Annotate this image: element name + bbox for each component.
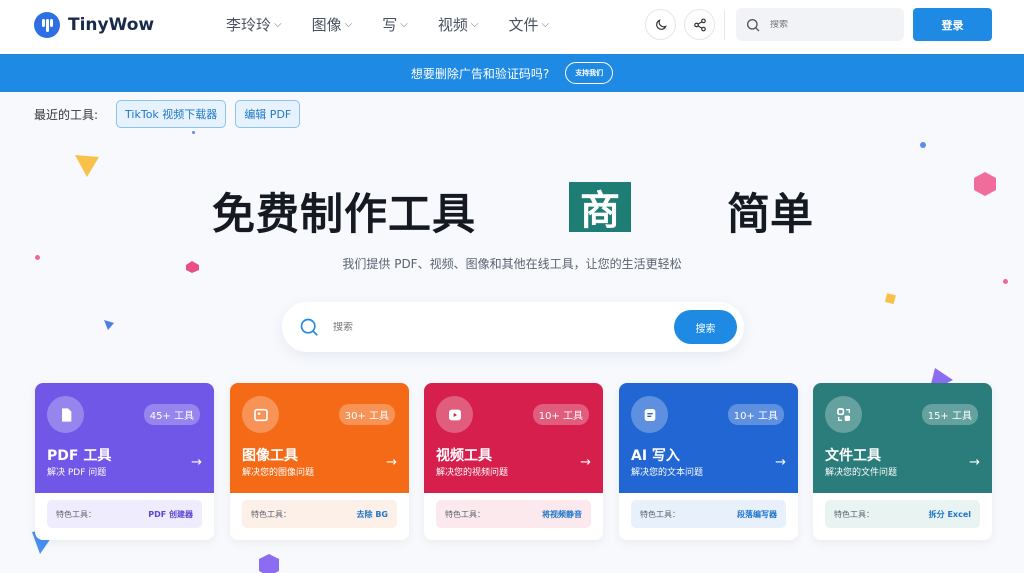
file-convert-icon — [825, 396, 862, 433]
document-icon — [631, 396, 668, 433]
video-icon — [436, 396, 473, 433]
card-header: 45+ 工具 PDF 工具 解决 PDF 问题 → — [35, 383, 214, 493]
card-header: 15+ 工具 文件工具 解决您的文件问题 → — [813, 383, 992, 493]
dot-decoration — [920, 142, 926, 148]
featured-tool[interactable]: 特色工具： 将视频静音 — [436, 500, 591, 528]
pdf-tools-card[interactable]: 45+ 工具 PDF 工具 解决 PDF 问题 → 特色工具： PDF 创建器 — [35, 383, 214, 540]
support-us-button[interactable]: 支持我们 — [565, 62, 614, 84]
recent-tool-chip[interactable]: TikTok 视频下载器 — [116, 100, 227, 128]
featured-tool[interactable]: 特色工具： 段落编写器 — [631, 500, 786, 528]
header-search-input[interactable] — [770, 19, 890, 30]
nav-item-video[interactable]: 视频 ⌵ — [438, 14, 479, 35]
featured-tool[interactable]: 特色工具： 去除 BG — [242, 500, 397, 528]
banner-text: 想要删除广告和验证码吗? — [410, 66, 550, 81]
main-search-input[interactable] — [333, 321, 653, 333]
nav-item-write[interactable]: 写 ⌵ — [382, 14, 408, 35]
recent-tools-label: 最近的工具: — [34, 107, 99, 122]
logo-icon — [34, 12, 60, 38]
card-header: 10+ 工具 视频工具 解决您的视频问题 → — [424, 383, 603, 493]
main-search-button[interactable]: 搜索 — [674, 310, 737, 344]
featured-tool-label: 特色工具： — [834, 509, 874, 519]
main-search[interactable]: 搜索 — [282, 302, 744, 352]
recent-tools: 最近的工具: TikTok 视频下载器 编辑 PDF — [34, 100, 309, 128]
featured-tool-link[interactable]: 段落编写器 — [737, 509, 777, 520]
tool-count-badge: 45+ 工具 — [143, 404, 200, 425]
image-tools-card[interactable]: 30+ 工具 图像工具 解决您的图像问题 → 特色工具： 去除 BG — [230, 383, 409, 540]
header-divider — [724, 10, 725, 40]
file-tools-card[interactable]: 15+ 工具 文件工具 解决您的文件问题 → 特色工具： 拆分 Excel — [813, 383, 992, 540]
purple-cube-decoration — [259, 554, 279, 573]
arrow-right-icon: → — [386, 455, 397, 470]
search-icon — [747, 18, 760, 31]
pdf-icon — [47, 396, 84, 433]
tool-count-badge: 30+ 工具 — [338, 404, 395, 425]
featured-tool-label: 特色工具： — [640, 509, 680, 519]
card-title: 图像工具 — [242, 448, 298, 464]
card-description: 解决您的文件问题 — [825, 468, 898, 478]
card-title: 视频工具 — [436, 448, 492, 464]
login-button[interactable]: 登录 — [913, 8, 992, 41]
share-icon — [693, 18, 706, 31]
featured-tool-link[interactable]: 去除 BG — [357, 509, 388, 520]
chevron-down-icon: ⌵ — [470, 19, 479, 30]
card-title: PDF 工具 — [47, 448, 112, 464]
image-icon — [242, 396, 279, 433]
video-tools-card[interactable]: 10+ 工具 视频工具 解决您的视频问题 → 特色工具： 将视频静音 — [424, 383, 603, 540]
chevron-down-icon: ⌵ — [541, 19, 550, 30]
dot-decoration — [1003, 279, 1008, 284]
card-description: 解决您的文本问题 — [631, 468, 704, 478]
card-header: 10+ 工具 AI 写入 解决您的文本问题 → — [619, 383, 798, 493]
chevron-down-icon: ⌵ — [400, 19, 408, 30]
triangle-decoration — [75, 155, 99, 177]
small-triangle-decoration — [104, 320, 114, 330]
arrow-right-icon: → — [775, 455, 786, 470]
tool-count-badge: 10+ 工具 — [727, 404, 784, 425]
featured-tool-link[interactable]: PDF 创建器 — [148, 509, 193, 520]
chevron-down-icon: ⌵ — [344, 19, 353, 30]
card-description: 解决您的视频问题 — [436, 468, 509, 478]
chevron-down-icon: ⌵ — [274, 19, 282, 30]
card-title: 文件工具 — [825, 448, 881, 464]
header-search[interactable] — [736, 8, 904, 41]
recent-tool-chip[interactable]: 编辑 PDF — [235, 100, 301, 128]
card-description: 解决您的图像问题 — [242, 468, 315, 478]
nav-item-file[interactable]: 文件 ⌵ — [508, 14, 549, 35]
hero-title-end: 简单 — [727, 190, 813, 240]
featured-tool[interactable]: 特色工具： PDF 创建器 — [47, 500, 202, 528]
arrow-right-icon: → — [191, 455, 202, 470]
nav-item-pdf[interactable]: 李玲玲 ⌵ — [226, 14, 282, 35]
featured-tool-link[interactable]: 拆分 Excel — [929, 509, 971, 520]
ai-write-card[interactable]: 10+ 工具 AI 写入 解决您的文本问题 → 特色工具： 段落编写器 — [619, 383, 798, 540]
hero-highlight-word: 商 — [569, 182, 631, 234]
hero-subtitle: 我们提供 PDF、视频、图像和其他在线工具，让您的生活更轻松 — [342, 257, 682, 271]
arrow-right-icon: → — [580, 455, 591, 470]
promo-banner: 想要删除广告和验证码吗? 支持我们 — [0, 54, 1024, 92]
nav-item-image[interactable]: 图像 ⌵ — [312, 14, 353, 35]
cube-decoration — [974, 172, 996, 196]
featured-tool-label: 特色工具： — [56, 509, 96, 519]
tinywow-logo[interactable]: TinyWow — [34, 12, 154, 38]
dark-mode-button[interactable] — [645, 9, 676, 40]
featured-tool-link[interactable]: 将视频静音 — [542, 509, 582, 520]
moon-icon — [655, 18, 667, 30]
search-icon — [300, 318, 318, 336]
tool-count-badge: 10+ 工具 — [532, 404, 589, 425]
top-header: TinyWow 李玲玲⌵ 图像⌵ 写⌵ 视频⌵ 文件⌵ 登录 — [0, 0, 1024, 54]
featured-tool-label: 特色工具： — [251, 509, 291, 519]
dot-decoration — [192, 131, 195, 134]
card-description: 解决 PDF 问题 — [47, 468, 107, 478]
share-button[interactable] — [684, 9, 715, 40]
card-header: 30+ 工具 图像工具 解决您的图像问题 → — [230, 383, 409, 493]
featured-tool-label: 特色工具： — [445, 509, 485, 519]
tool-count-badge: 15+ 工具 — [921, 404, 978, 425]
hero-title: 免费制作工具 — [212, 190, 476, 240]
square-decoration — [885, 293, 896, 304]
card-title: AI 写入 — [631, 448, 680, 464]
arrow-right-icon: → — [969, 455, 980, 470]
main-nav: 李玲玲 ⌵ 图像 ⌵ 写 ⌵ 视频 ⌵ 文件 ⌵ — [226, 14, 579, 35]
featured-tool[interactable]: 特色工具： 拆分 Excel — [825, 500, 980, 528]
logo-text: TinyWow — [68, 15, 155, 35]
